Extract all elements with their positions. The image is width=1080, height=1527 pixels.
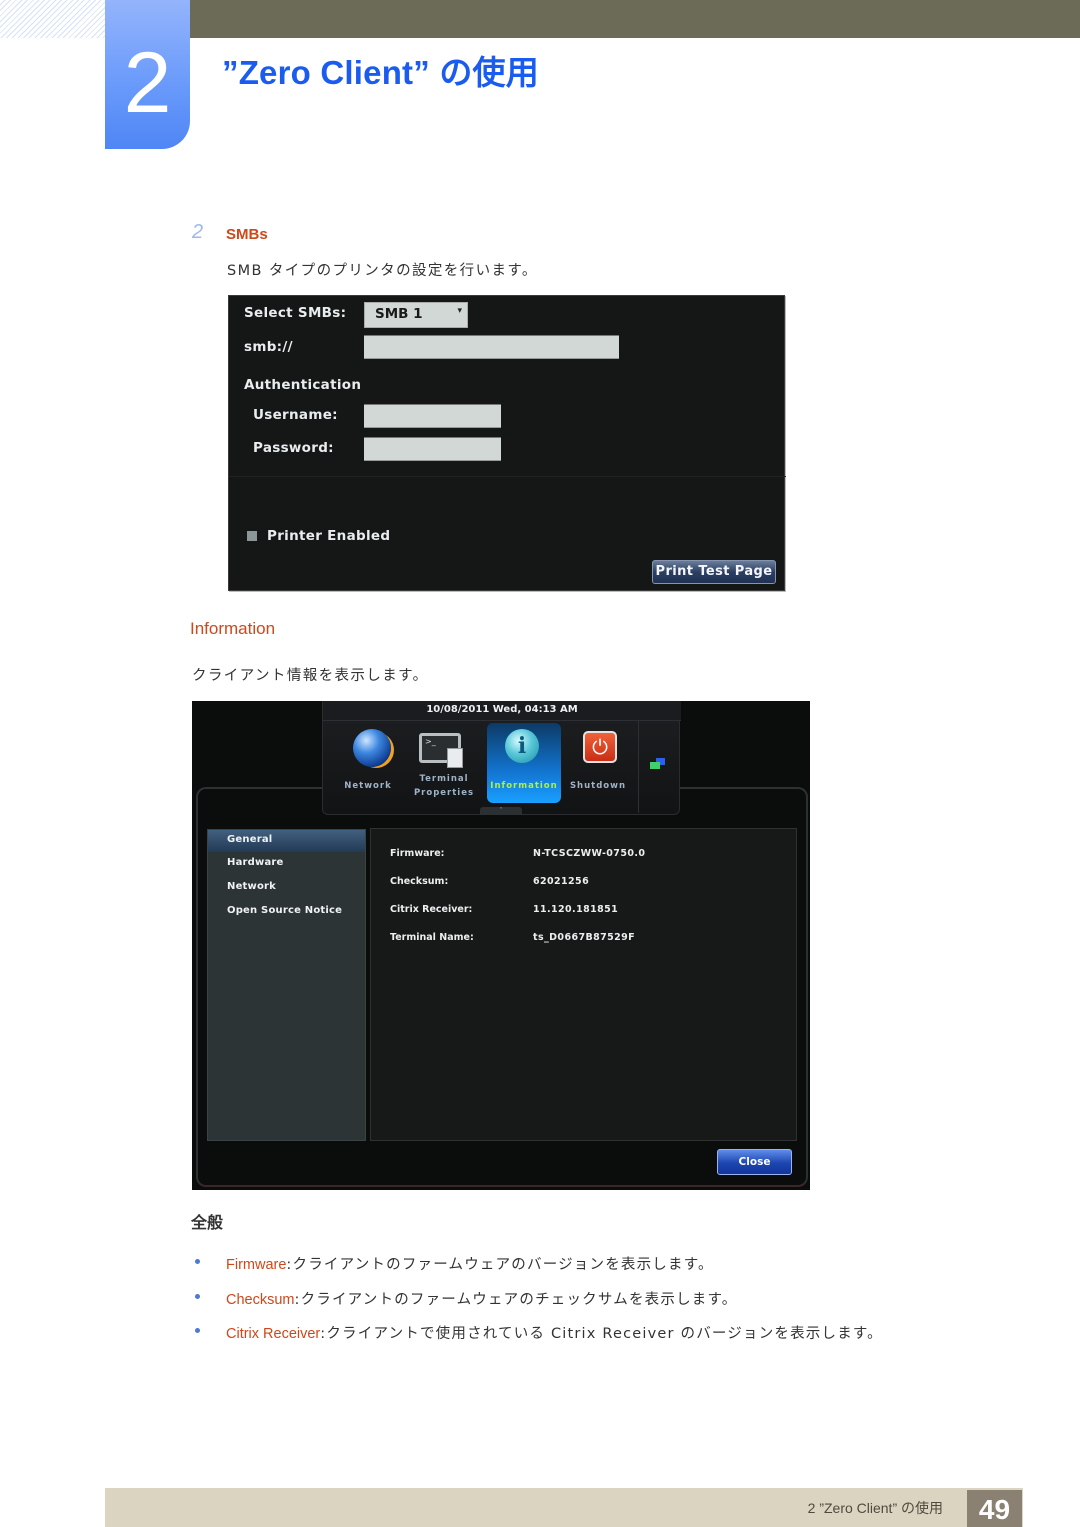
launcher-shutdown-label: Shutdown: [569, 781, 627, 791]
detail-value: 62021256: [533, 876, 590, 887]
smb-select-dropdown[interactable]: SMB 1 ▾: [364, 302, 468, 328]
detail-value: N-TCSCZWW-0750.0: [533, 848, 646, 859]
header-band: [190, 0, 1080, 38]
footer-chapter-title: 2 ”Zero Client” の使用: [807, 1500, 943, 1516]
launcher-network[interactable]: Network: [331, 723, 405, 803]
nav-item-general[interactable]: General: [208, 830, 365, 852]
footer-band: 2 ”Zero Client” の使用: [105, 1488, 1023, 1527]
nav-item-open-source-notice[interactable]: Open Source Notice: [208, 901, 365, 923]
globe-icon: [353, 729, 391, 767]
printer-enabled-checkbox[interactable]: [247, 531, 257, 541]
password-input[interactable]: [364, 437, 501, 461]
chevron-down-icon: ▾: [457, 306, 462, 316]
printer-enabled-label: Printer Enabled: [267, 528, 391, 544]
nav-item-hardware[interactable]: Hardware: [208, 853, 365, 875]
chapter-number: 2: [123, 35, 172, 131]
print-test-page-button[interactable]: Print Test Page: [652, 560, 776, 584]
launcher-terminal-label-2: Properties: [413, 788, 475, 798]
power-icon: ⏻: [583, 731, 617, 763]
nav-item-network[interactable]: Network: [208, 877, 365, 899]
step-number: 2: [192, 221, 204, 243]
header-hatch-decoration: [0, 0, 105, 38]
chapter-tab: 2: [105, 0, 190, 149]
close-button[interactable]: Close: [717, 1149, 792, 1175]
detail-value: ts_D0667B87529F: [533, 932, 636, 943]
smb-path-input[interactable]: [364, 335, 619, 359]
datetime-display: 10/08/2011 Wed, 04:13 AM: [323, 701, 681, 721]
info-detail-pane: Firmware: N-TCSCZWW-0750.0 Checksum: 620…: [370, 828, 797, 1141]
detail-key: Firmware:: [390, 848, 445, 859]
select-smbs-label: Select SMBs:: [244, 305, 347, 321]
detail-key: Checksum:: [390, 876, 449, 887]
page-title: ”Zero Client” の使用: [222, 54, 539, 91]
bullet-text: :クライアントのファームウェアのチェックサムを表示します。: [294, 1291, 738, 1308]
smbs-description: SMB タイプのプリンタの設定を行います。: [227, 263, 538, 279]
launcher-bar: 10/08/2011 Wed, 04:13 AM Network Termina…: [322, 701, 681, 815]
bullet-term: Firmware: [226, 1257, 287, 1273]
username-label: Username:: [253, 407, 338, 423]
bullet-icon: [195, 1293, 200, 1299]
detail-key: Citrix Receiver:: [390, 904, 473, 915]
password-label: Password:: [253, 440, 334, 456]
launcher-network-label: Network: [344, 781, 392, 791]
smb-select-value: SMB 1: [375, 306, 423, 322]
authentication-group: [229, 389, 786, 477]
info-nav-pane: General Hardware Network Open Source Not…: [207, 829, 366, 1141]
smbs-heading: SMBs: [226, 226, 268, 243]
general-heading: 全般: [191, 1213, 224, 1232]
launcher-information[interactable]: i Information: [487, 723, 561, 803]
page-number: 49: [967, 1490, 1022, 1527]
username-input[interactable]: [364, 404, 501, 428]
bullet-icon: [195, 1328, 200, 1333]
bullet-term: Citrix Receiver: [226, 1326, 321, 1342]
launcher-divider: [638, 721, 639, 813]
launcher-information-label: Information: [490, 781, 558, 791]
information-screen: 10/08/2011 Wed, 04:13 AM Network Termina…: [192, 701, 810, 1190]
bullet-term: Checksum: [226, 1291, 295, 1308]
launcher-terminal-properties[interactable]: Terminal Properties: [407, 723, 481, 803]
detail-value: 11.120.181851: [533, 904, 619, 915]
launcher-shutdown[interactable]: ⏻ Shutdown: [561, 723, 635, 803]
information-heading: Information: [190, 619, 276, 638]
document-icon: [447, 748, 463, 768]
bullet-icon: [195, 1259, 200, 1264]
detail-key: Terminal Name:: [390, 932, 474, 943]
bullet-text: :クライアントで使用されている Citrix Receiver のバージョンを表…: [320, 1326, 883, 1342]
smb-path-label: smb://: [244, 339, 293, 355]
launcher-collapse-handle[interactable]: ˄: [480, 807, 522, 815]
info-icon: i: [505, 729, 539, 763]
information-description: クライアント情報を表示します。: [192, 668, 429, 684]
bullet-text: :クライアントのファームウェアのバージョンを表示します。: [286, 1257, 714, 1273]
smb-settings-panel: Select SMBs: SMB 1 ▾ smb:// Authenticati…: [228, 295, 786, 591]
authentication-label: Authentication: [244, 377, 362, 393]
launcher-terminal-label-1: Terminal: [419, 774, 469, 784]
